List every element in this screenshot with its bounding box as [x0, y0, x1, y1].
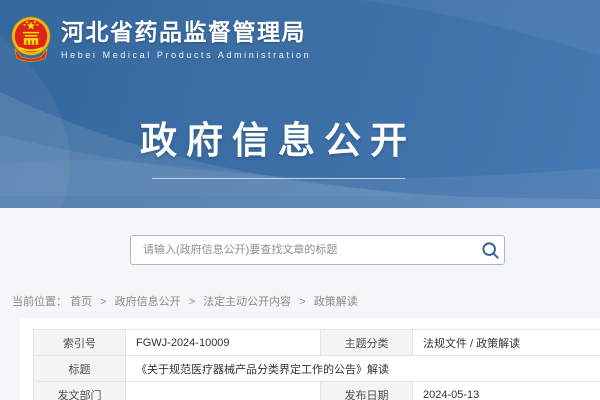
title-underline [152, 178, 405, 179]
field-value-issuing-department [126, 382, 321, 400]
field-label-issuing-department: 发文部门 [34, 382, 126, 400]
breadcrumb-separator: > [299, 296, 305, 308]
breadcrumb-item-home[interactable]: 首页 [70, 296, 92, 308]
search-input[interactable] [131, 244, 476, 256]
page: 河北省药品监督管理局 Hebei Medical Products Admini… [0, 0, 600, 400]
detail-card: 索引号 FGWJ-2024-10009 主题分类 法规文件 / 政策解读 标题 … [20, 318, 600, 400]
info-table: 索引号 FGWJ-2024-10009 主题分类 法规文件 / 政策解读 标题 … [33, 329, 600, 400]
search-icon[interactable] [476, 236, 504, 264]
field-label-publish-date: 发布日期 [321, 382, 413, 400]
hero-banner: 河北省药品监督管理局 Hebei Medical Products Admini… [0, 0, 600, 208]
field-label-index-number: 索引号 [34, 330, 126, 356]
site-brand[interactable]: 河北省药品监督管理局 Hebei Medical Products Admini… [10, 15, 311, 64]
table-row: 发文部门 发布日期 2024-05-13 [34, 382, 600, 400]
banner-center: 政府信息公开 [0, 110, 556, 179]
field-value-publish-date: 2024-05-13 [413, 382, 600, 400]
breadcrumb-item-statutory-content[interactable]: 法定主动公开内容 [203, 296, 291, 308]
field-value-index-number: FGWJ-2024-10009 [126, 330, 321, 356]
breadcrumb-item-policy-interpretation[interactable]: 政策解读 [314, 296, 358, 308]
brand-text: 河北省药品监督管理局 Hebei Medical Products Admini… [61, 19, 311, 61]
field-label-title: 标题 [34, 356, 126, 382]
breadcrumb-separator: > [100, 296, 106, 308]
content-area: 当前位置： 首页 > 政府信息公开 > 法定主动公开内容 > 政策解读 索引号 … [0, 208, 600, 400]
search-box [130, 235, 505, 265]
table-row: 索引号 FGWJ-2024-10009 主题分类 法规文件 / 政策解读 [34, 330, 600, 356]
national-emblem-icon [10, 15, 52, 64]
field-value-title: 《关于规范医疗器械产品分类界定工作的公告》解读 [126, 356, 600, 382]
breadcrumb-prefix: 当前位置： [12, 296, 67, 308]
breadcrumb-separator: > [189, 296, 195, 308]
breadcrumb: 当前位置： 首页 > 政府信息公开 > 法定主动公开内容 > 政策解读 [12, 293, 358, 309]
table-row: 标题 《关于规范医疗器械产品分类界定工作的公告》解读 [34, 356, 600, 382]
breadcrumb-item-info-disclosure[interactable]: 政府信息公开 [115, 296, 181, 308]
site-subtitle: Hebei Medical Products Administration [61, 50, 311, 60]
field-label-topic-category: 主题分类 [321, 330, 413, 356]
site-title: 河北省药品监督管理局 [61, 19, 311, 47]
field-value-topic-category: 法规文件 / 政策解读 [413, 330, 600, 356]
page-title: 政府信息公开 [140, 110, 416, 164]
